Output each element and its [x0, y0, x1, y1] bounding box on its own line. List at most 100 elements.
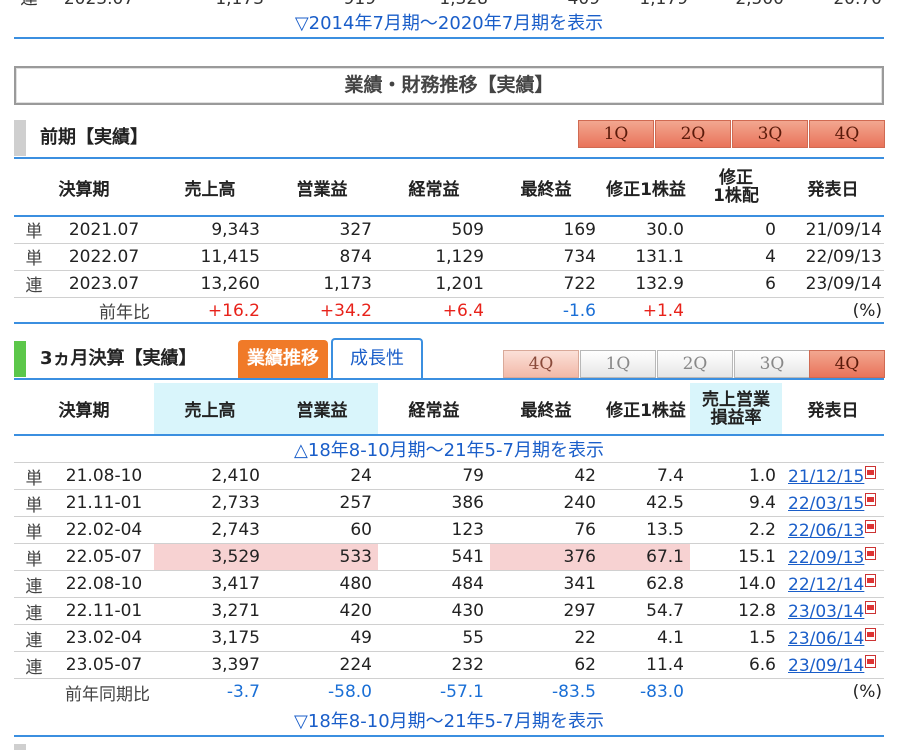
cell-eps: 67.1 — [602, 543, 690, 571]
cell-sales: 3,417 — [154, 570, 266, 598]
cell-margin: 12.8 — [690, 597, 782, 625]
cell-eps: 131.1 — [602, 243, 690, 271]
cell-period: 23.02-04 — [54, 624, 154, 652]
header-op: 営業益 — [266, 383, 378, 435]
pdf-icon[interactable] — [865, 600, 878, 614]
cell-net: 297 — [490, 597, 602, 625]
cell-ord: 55 — [378, 624, 490, 652]
cell-period: 22.11-01 — [54, 597, 154, 625]
cell-op: 533 — [266, 543, 378, 571]
cell-sales: 9,343 — [154, 216, 266, 244]
ratio-label: 前年比 — [99, 303, 150, 324]
table-row: 単 22.02-04 2,743 60 123 76 13.5 2.2 22/0… — [14, 516, 884, 544]
hide-older-periods-link[interactable]: ▽18年8-10月期〜21年5-7月期を表示 — [14, 710, 884, 734]
cell-op: 420 — [266, 597, 378, 625]
pdf-icon[interactable] — [865, 546, 878, 560]
report-date-link[interactable]: 22/03/15 — [788, 494, 864, 514]
tab-growth[interactable]: 成長性 — [331, 338, 423, 378]
cell-eps: 62.8 — [602, 570, 690, 598]
quarter-2q-button[interactable]: 2Q — [657, 350, 733, 378]
pdf-icon[interactable] — [865, 627, 878, 641]
quarter-4q-button[interactable]: 4Q — [809, 350, 885, 378]
ratio-row: 前年比 +16.2 +34.2 +6.4 -1.6 +1.4 (%) — [14, 297, 884, 324]
pdf-icon[interactable] — [865, 492, 878, 506]
cell-date: 21/12/15 — [782, 462, 884, 490]
cell-sales: 2,733 — [154, 489, 266, 517]
cell-net: 734 — [490, 243, 602, 271]
header-ord: 経常益 — [408, 179, 460, 200]
cell-net: 22 — [490, 624, 602, 652]
cell-sales: 3,271 — [154, 597, 266, 625]
cell-margin: 2.2 — [690, 516, 782, 544]
annual-q1-button[interactable]: 1Q — [578, 120, 654, 148]
annual-q2-button[interactable]: 2Q — [655, 120, 731, 148]
table-row: 連 2023.07 13,260 1,173 1,201 722 132.9 6… — [14, 270, 884, 298]
ratio-op: +34.2 — [319, 300, 372, 321]
quarter-3q-button[interactable]: 3Q — [734, 350, 810, 378]
cell-period: 21.08-10 — [54, 462, 154, 490]
cell-net: 722 — [490, 270, 602, 298]
cell-eps: 54.7 — [602, 597, 690, 625]
cell-eps: 42.5 — [602, 489, 690, 517]
pdf-icon[interactable] — [865, 573, 878, 587]
header-period: 決算期 — [58, 179, 110, 200]
annual-history-toggle[interactable]: ▽2014年7月期〜2020年7月期を表示 — [14, 12, 884, 36]
cell-date: 22/09/13 — [782, 543, 884, 571]
cell-type: 連 — [14, 624, 54, 652]
annual-q3-button[interactable]: 3Q — [732, 120, 808, 148]
header-net: 最終益 — [520, 179, 572, 200]
cell-ord: 430 — [378, 597, 490, 625]
report-date-link[interactable]: 22/12/14 — [788, 575, 864, 595]
header-date: 発表日 — [807, 401, 859, 421]
cell-op: 49 — [266, 624, 378, 652]
table-row: 単 2021.07 9,343 327 509 169 30.0 0 21/09… — [14, 216, 884, 244]
ratio-ord: -57.1 — [440, 682, 484, 703]
cell-margin: 9.4 — [690, 489, 782, 517]
table-row: 単 21.11-01 2,733 257 386 240 42.5 9.4 22… — [14, 489, 884, 517]
ratio-ord: +6.4 — [442, 300, 484, 321]
cell-period: 2023.07 — [54, 270, 154, 298]
cell-margin: 1.5 — [690, 624, 782, 652]
cell-type: 連 — [14, 597, 54, 625]
report-date-link[interactable]: 21/12/15 — [788, 467, 864, 487]
cell-net: 42 — [490, 462, 602, 490]
pdf-icon[interactable] — [865, 465, 878, 479]
header-sales: 売上高 — [154, 383, 266, 435]
cell-ord: 484 — [378, 570, 490, 598]
quarter-1q-button[interactable]: 1Q — [580, 350, 656, 378]
show-older-periods-link[interactable]: △18年8-10月期〜21年5-7月期を表示 — [14, 435, 884, 463]
report-date-link[interactable]: 23/06/14 — [788, 629, 864, 649]
section-marker — [14, 341, 26, 377]
report-date-link[interactable]: 22/06/13 — [788, 521, 864, 541]
cell-sales: 2,743 — [154, 516, 266, 544]
ratio-sales: -3.7 — [226, 682, 260, 703]
row-op: 919 — [264, 0, 376, 10]
table-header-row: 決算期 売上高 営業益 経常益 最終益 修正1株益 売上営業 損益率 発表日 — [14, 383, 884, 435]
section-marker — [14, 120, 26, 156]
cell-type: 単 — [14, 216, 54, 244]
quarter-4q-prev-button[interactable]: 4Q — [503, 350, 579, 378]
tab-performance[interactable]: 業績推移 — [238, 340, 328, 378]
cell-type: 連 — [14, 270, 54, 298]
quarterly-title: 3ヵ月決算【実績】 — [40, 348, 197, 369]
pdf-icon[interactable] — [865, 654, 878, 668]
cell-margin: 15.1 — [690, 543, 782, 571]
row-net: 409 — [488, 0, 600, 10]
report-date-link[interactable]: 23/09/14 — [788, 656, 864, 676]
annual-q4-button[interactable]: 4Q — [809, 120, 885, 148]
report-date-link[interactable]: 23/03/14 — [788, 602, 864, 622]
cell-op: 480 — [266, 570, 378, 598]
cell-eps: 7.4 — [602, 462, 690, 490]
pdf-icon[interactable] — [865, 519, 878, 533]
previous-table-last-row: 連 2023.07 1,173 919 1,328 409 1,179 2,50… — [0, 0, 898, 10]
cell-op: 24 — [266, 462, 378, 490]
section-title: 業績・財務推移【実績】 — [14, 66, 884, 105]
report-date-link[interactable]: 22/09/13 — [788, 548, 864, 568]
cell-ord: 1,201 — [378, 270, 490, 298]
cell-period: 2022.07 — [54, 243, 154, 271]
cell-margin: 6.6 — [690, 651, 782, 679]
header-net: 最終益 — [520, 401, 572, 421]
ratio-row: 前年同期比 -3.7 -58.0 -57.1 -83.5 -83.0 (%) — [14, 679, 884, 706]
cell-date: 23/09/14 — [782, 270, 884, 298]
cell-period: 22.05-07 — [54, 543, 154, 571]
